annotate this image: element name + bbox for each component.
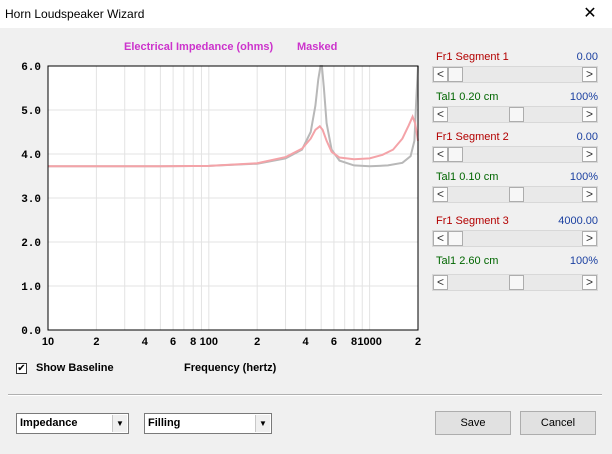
scroll-right-icon[interactable]: > — [582, 107, 597, 122]
client-area: 0.0 1.0 2.0 3.0 4.0 5.0 6.0 10 2 4 6 8 100 2 4 6 8 1000 2 E… — [0, 28, 612, 454]
segment-3-label: Fr1 Segment 3 — [436, 215, 509, 227]
y-tick-label: 4.0 — [21, 150, 41, 162]
taper-3-label: Tal1 2.60 cm — [436, 255, 499, 267]
segment-1-slider[interactable]: < > — [432, 66, 598, 83]
taper-1-label: Tal1 0.20 cm — [436, 91, 499, 103]
x-tick-label: 10 — [42, 336, 54, 348]
show-baseline-label[interactable]: Show Baseline — [36, 362, 114, 374]
scroll-left-icon[interactable]: < — [433, 275, 448, 290]
chart-title: Electrical Impedance (ohms) — [124, 41, 273, 53]
y-tick-label: 5.0 — [21, 106, 41, 118]
scroll-left-icon[interactable]: < — [433, 107, 448, 122]
scroll-right-icon[interactable]: > — [582, 147, 597, 162]
filling-select[interactable]: Filling ▼ — [144, 413, 272, 434]
slider-thumb[interactable] — [448, 147, 463, 162]
x-tick-label: 8 — [351, 336, 357, 348]
taper-2-label: Tal1 0.10 cm — [436, 171, 499, 183]
impedance-chart: 0.01.02.03.04.05.06.010 2 4 6 8 100 2 4 6 8 1000 2E… — [21, 41, 421, 348]
segment-3-value: 4000.00 — [558, 215, 598, 227]
divider — [8, 394, 602, 396]
scroll-left-icon[interactable]: < — [433, 187, 448, 202]
x-tick-label: 4 — [142, 336, 149, 348]
cancel-button[interactable]: Cancel — [520, 411, 596, 435]
taper-3-value: 100% — [569, 255, 598, 267]
slider-thumb[interactable] — [448, 67, 463, 82]
y-tick-label: 3.0 — [21, 194, 41, 206]
segment-2-value: 0.00 — [576, 131, 598, 143]
segment-3-taper-header: Tal1 2.60 cm 100% — [432, 254, 598, 269]
segment-2-slider[interactable]: < > — [432, 146, 598, 163]
scroll-right-icon[interactable]: > — [582, 67, 597, 82]
x-axis-label: Frequency (hertz) — [184, 362, 277, 374]
segment-2-header: Fr1 Segment 2 0.00 — [432, 130, 598, 145]
taper-2-slider[interactable]: < > — [432, 186, 598, 203]
checkbox-check-icon[interactable]: ✔ — [16, 363, 27, 374]
x-tick-label: 6 — [331, 336, 337, 348]
scroll-right-icon[interactable]: > — [582, 275, 597, 290]
chevron-down-icon[interactable]: ▼ — [255, 415, 270, 432]
window-title: Horn Loudspeaker Wizard — [5, 7, 145, 21]
scroll-right-icon[interactable]: > — [582, 231, 597, 246]
plot-type-value: Impedance — [20, 417, 78, 429]
scroll-left-icon[interactable]: < — [433, 231, 448, 246]
segment-3-slider[interactable]: < > — [432, 230, 598, 247]
close-icon[interactable]: ✕ — [568, 0, 612, 28]
slider-thumb[interactable] — [448, 231, 463, 246]
y-tick-label: 6.0 — [21, 62, 41, 74]
scroll-left-icon[interactable]: < — [433, 147, 448, 162]
slider-thumb[interactable] — [509, 107, 524, 122]
x-tick-label: 100 — [200, 336, 218, 348]
x-tick-label: 2 — [93, 336, 99, 348]
slider-thumb[interactable] — [509, 187, 524, 202]
y-tick-label: 0.0 — [21, 326, 41, 338]
scroll-left-icon[interactable]: < — [433, 67, 448, 82]
segment-1-taper-header: Tal1 0.20 cm 100% — [432, 90, 598, 105]
title-bar: Horn Loudspeaker Wizard ✕ — [0, 0, 612, 28]
x-tick-label: 2 — [254, 336, 260, 348]
taper-2-value: 100% — [569, 171, 598, 183]
x-tick-label: 1000 — [357, 336, 381, 348]
taper-1-value: 100% — [569, 91, 598, 103]
taper-1-slider[interactable]: < > — [432, 106, 598, 123]
plot-type-select[interactable]: Impedance ▼ — [16, 413, 129, 434]
segment-2-label: Fr1 Segment 2 — [436, 131, 509, 143]
segment-2-taper-header: Tal1 0.10 cm 100% — [432, 170, 598, 185]
segment-3-header: Fr1 Segment 3 4000.00 — [432, 214, 598, 229]
segment-1-label: Fr1 Segment 1 — [436, 51, 509, 63]
filling-value: Filling — [148, 417, 181, 429]
y-tick-label: 2.0 — [21, 238, 41, 250]
save-button[interactable]: Save — [435, 411, 511, 435]
x-tick-label: 4 — [303, 336, 310, 348]
x-tick-label: 8 — [190, 336, 196, 348]
taper-3-slider[interactable]: < > — [432, 274, 598, 291]
chart-subtitle: Masked — [297, 41, 337, 53]
chevron-down-icon[interactable]: ▼ — [112, 415, 127, 432]
slider-thumb[interactable] — [509, 275, 524, 290]
x-tick-label: 6 — [170, 336, 176, 348]
scroll-right-icon[interactable]: > — [582, 187, 597, 202]
y-tick-label: 1.0 — [21, 282, 41, 294]
segment-1-value: 0.00 — [576, 51, 598, 63]
x-tick-label: 2 — [415, 336, 421, 348]
segment-1-header: Fr1 Segment 1 0.00 — [432, 50, 598, 65]
